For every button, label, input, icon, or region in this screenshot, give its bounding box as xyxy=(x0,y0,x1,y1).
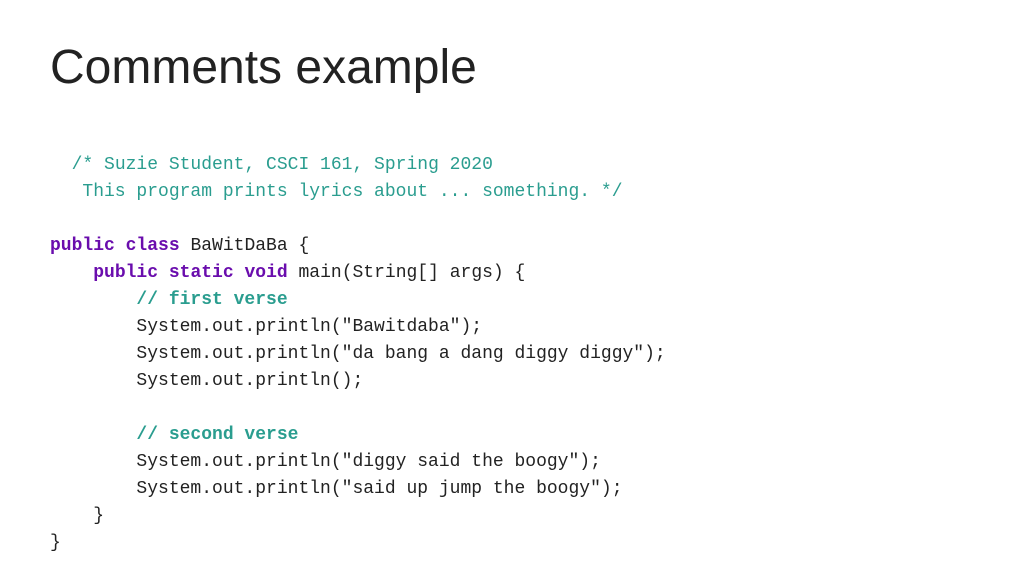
close-main-brace: } xyxy=(50,506,104,526)
class-declaration: public class BaWitDaBa { xyxy=(50,236,309,256)
println-bawitdaba: System.out.println("Bawitdaba"); xyxy=(50,317,482,337)
block-comment-line1: /* Suzie Student, CSCI 161, Spring 2020 xyxy=(72,155,493,175)
second-verse-comment: // second verse xyxy=(50,425,298,445)
keyword-public2: public xyxy=(93,263,158,283)
close-class-brace: } xyxy=(50,533,61,553)
keyword-class: class xyxy=(126,236,180,256)
keyword-public: public xyxy=(50,236,115,256)
block-comment-line2: This program prints lyrics about ... som… xyxy=(50,182,623,202)
println-da-bang: System.out.println("da bang a dang diggy… xyxy=(50,344,666,364)
keyword-void: void xyxy=(244,263,287,283)
keyword-static: static xyxy=(169,263,234,283)
println-said: System.out.println("said up jump the boo… xyxy=(50,479,623,499)
code-block: /* Suzie Student, CSCI 161, Spring 2020 … xyxy=(50,125,974,557)
println-empty: System.out.println(); xyxy=(50,371,363,391)
main-declaration: public static void main(String[] args) { xyxy=(50,263,525,283)
println-diggy: System.out.println("diggy said the boogy… xyxy=(50,452,601,472)
page-title: Comments example xyxy=(50,40,974,95)
first-verse-comment: // first verse xyxy=(50,290,288,310)
